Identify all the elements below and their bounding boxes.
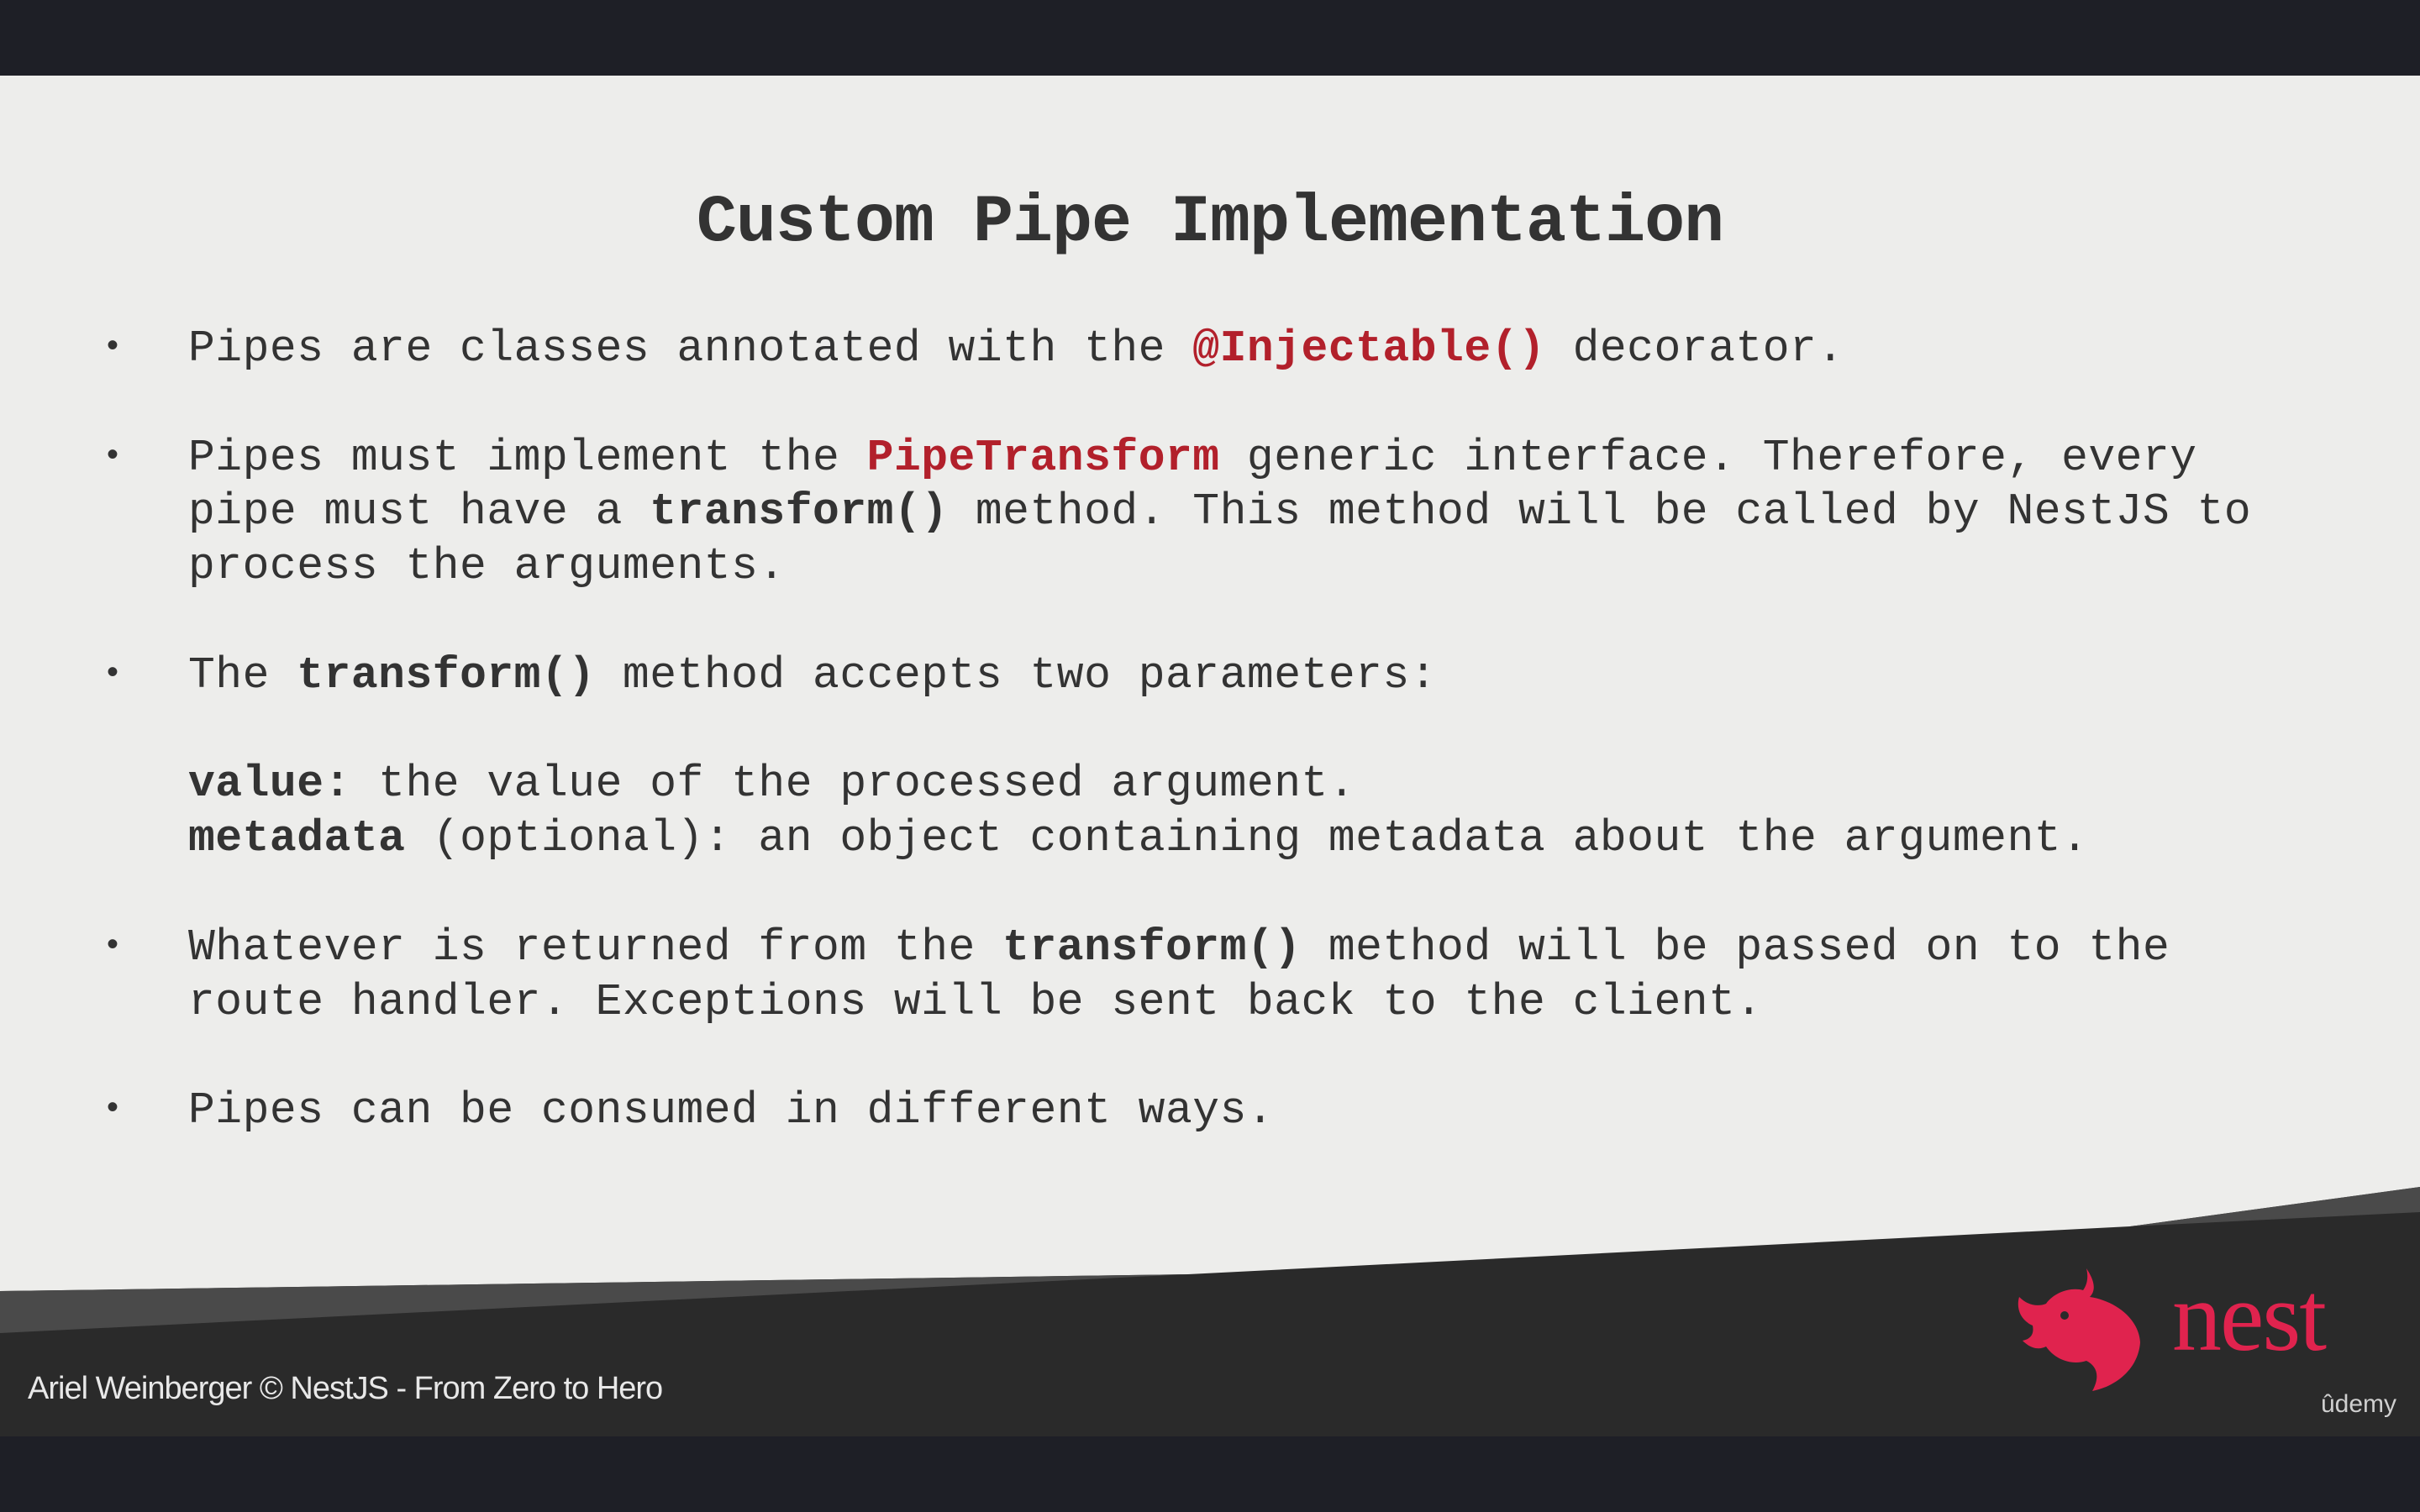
video-bottom-bar [0,1436,2420,1512]
udemy-watermark: ûdemy [2321,1390,2397,1418]
nest-logo-text: nest [2172,1262,2327,1372]
nest-logo-icon [2018,1268,2140,1391]
footer-credit: Ariel Weinberger © NestJS - From Zero to… [28,1371,663,1406]
